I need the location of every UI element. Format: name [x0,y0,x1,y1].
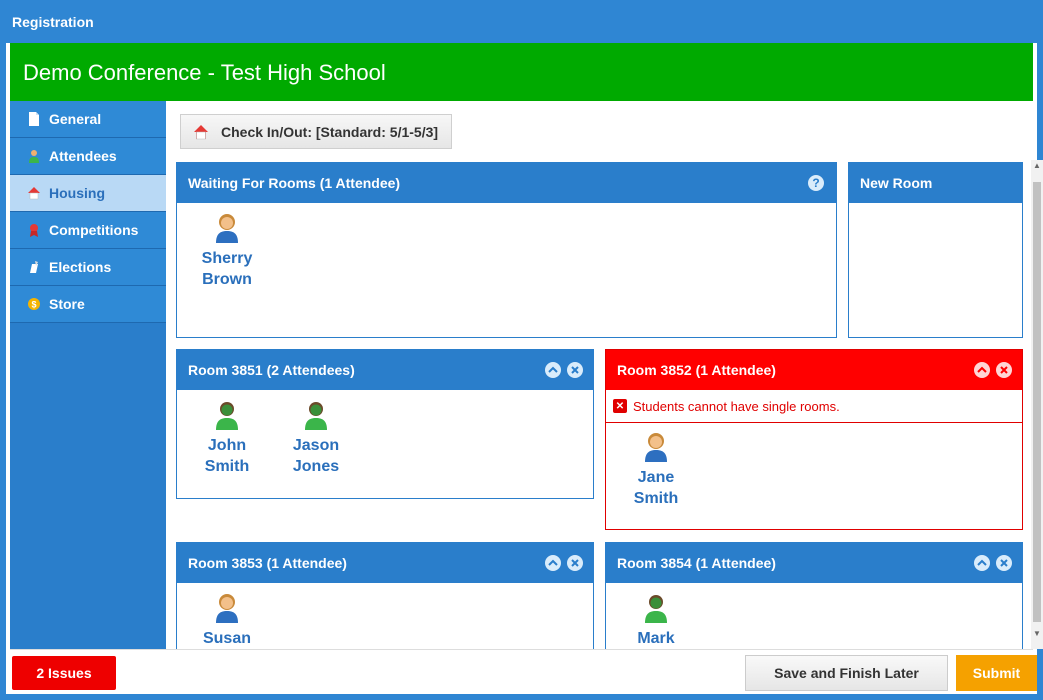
scrollbar-thumb[interactable] [1033,182,1041,622]
attendee-card[interactable]: John Smith [192,400,262,477]
attendee-first-name: Jane [637,469,675,486]
sidebar-item-store[interactable]: $ Store [10,286,166,323]
sidebar-item-label: Store [49,296,85,312]
room-panel-error[interactable]: Room 3852 (1 Attendee) ✕ Students cannot… [605,349,1023,530]
scroll-up-icon[interactable]: ▲ [1031,160,1043,172]
attendee-first-name: John [207,437,247,454]
room-panel[interactable]: Room 3851 (2 Attendees) John Smith Jason… [176,349,594,499]
panel-title: New Room [860,175,933,191]
collapse-icon[interactable] [974,362,990,378]
panel-title: Room 3854 (1 Attendee) [617,555,776,571]
window-bottom-border [0,694,1043,700]
panel-title: Waiting For Rooms (1 Attendee) [188,175,401,191]
sidebar-item-label: Elections [49,259,112,275]
panel-title: Room 3851 (2 Attendees) [188,362,355,378]
scrollbar[interactable]: ▲ ▼ [1031,160,1043,649]
sidebar-item-housing[interactable]: Housing [10,175,166,212]
female-attendee-icon [645,433,667,462]
house-icon [193,124,209,140]
sidebar-item-general[interactable]: General [10,101,166,138]
attendee-last-name: Smith [633,490,679,507]
panel-header: Room 3852 (1 Attendee) [606,350,1022,390]
attendee-card[interactable]: Susan [192,593,262,649]
sidebar-item-competitions[interactable]: Competitions [10,212,166,249]
room-panel[interactable]: Room 3854 (1 Attendee) Mark [605,542,1023,649]
attendee-card[interactable]: Jason Jones [281,400,351,477]
save-finish-later-button[interactable]: Save and Finish Later [745,655,948,691]
sidebar-item-elections[interactable]: Elections [10,249,166,286]
close-icon[interactable] [996,555,1012,571]
attendee-card[interactable]: Sherry Brown [192,213,262,290]
waiting-rooms-panel[interactable]: Waiting For Rooms (1 Attendee) ? Sherry … [176,162,837,338]
new-room-panel[interactable]: New Room [848,162,1023,338]
check-in-out-button[interactable]: Check In/Out: [Standard: 5/1-5/3] [180,114,453,149]
window-title: Registration [0,0,1043,43]
attendee-first-name: Susan [202,630,251,647]
ballot-icon [27,260,41,274]
check-in-out-label: Check In/Out: [Standard: 5/1-5/3] [221,123,439,140]
panel-title: Room 3853 (1 Attendee) [188,555,347,571]
document-icon [27,112,41,126]
error-text: Students cannot have single rooms. [633,398,840,414]
sidebar-item-label: Competitions [49,222,139,238]
sidebar-item-label: General [49,111,102,127]
page-title: Demo Conference - Test High School [10,43,1033,101]
issues-button[interactable]: 2 Issues [12,656,116,690]
attendee-last-name: Brown [202,271,252,288]
attendee-last-name: Smith [204,458,250,475]
housing-content: Check In/Out: [Standard: 5/1-5/3] Waitin… [170,101,1033,649]
sidebar: General Attendees Housing Competitions E… [10,101,166,649]
male-attendee-icon [305,402,327,430]
close-icon[interactable] [567,362,583,378]
sidebar-item-label: Attendees [49,148,117,164]
attendee-first-name: Sherry [201,250,253,267]
submit-button[interactable]: Submit [956,655,1037,691]
panel-header: Waiting For Rooms (1 Attendee) ? [177,163,836,203]
collapse-icon[interactable] [974,555,990,571]
close-icon[interactable] [996,362,1012,378]
attendee-card[interactable]: Jane Smith [621,432,691,509]
sidebar-item-label: Housing [49,185,105,201]
close-icon[interactable] [567,555,583,571]
svg-text:$: $ [31,300,36,310]
panel-header: Room 3851 (2 Attendees) [177,350,593,390]
ribbon-icon [27,223,41,237]
female-attendee-icon [216,214,238,243]
attendee-first-name: Jason [292,437,340,454]
panel-header: New Room [849,163,1022,203]
panel-title: Room 3852 (1 Attendee) [617,362,776,378]
attendee-first-name: Mark [637,630,675,647]
male-attendee-icon [645,595,667,623]
panel-header: Room 3854 (1 Attendee) [606,543,1022,583]
male-attendee-icon [216,402,238,430]
panel-header: Room 3853 (1 Attendee) [177,543,593,583]
house-icon [27,186,41,200]
error-icon: ✕ [613,399,627,413]
attendee-card[interactable]: Mark [621,593,691,649]
attendee-last-name: Jones [292,458,340,475]
room-panel[interactable]: Room 3853 (1 Attendee) Susan [176,542,594,649]
person-icon [27,149,41,163]
sidebar-item-attendees[interactable]: Attendees [10,138,166,175]
collapse-icon[interactable] [545,362,561,378]
coin-icon: $ [27,297,41,311]
room-error-message: ✕ Students cannot have single rooms. [606,390,1022,423]
scroll-down-icon[interactable]: ▼ [1031,628,1043,640]
help-icon[interactable]: ? [808,175,824,191]
female-attendee-icon [216,594,238,623]
collapse-icon[interactable] [545,555,561,571]
